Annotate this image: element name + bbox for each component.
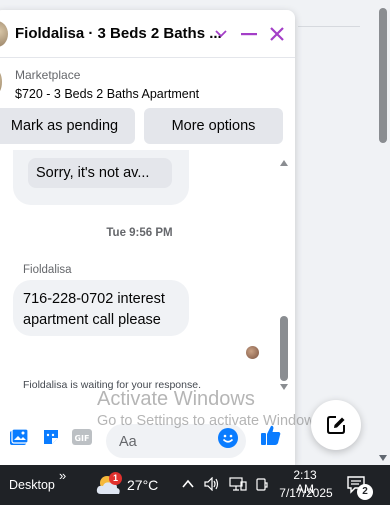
activate-windows-title: Activate Windows [97,388,255,410]
page-scrollbar[interactable] [376,0,390,465]
svg-text:GIF: GIF [74,434,89,443]
sender-name: Fioldalisa [23,264,72,276]
desktop-toolbar-label[interactable]: Desktop [9,478,55,492]
notification-count-badge: 2 [357,484,373,500]
scroll-up-arrow-icon[interactable] [280,160,288,166]
windows-taskbar: Desktop » 1 27°C 2:13 AM 7/17/2025 2 [0,465,390,505]
listing-banner[interactable]: Marketplace $720 - 3 Beds 2 Baths Apartm… [0,59,295,111]
compose-icon [327,416,345,434]
network-icon[interactable] [229,477,247,494]
marketplace-label: Marketplace [15,68,81,82]
chevron-down-icon[interactable] [209,22,233,46]
chevron-up-icon[interactable] [181,477,195,494]
scroll-down-arrow-icon[interactable] [379,455,387,461]
chat-scrollbar-thumb[interactable] [280,316,288,381]
minimize-icon[interactable] [237,22,261,46]
divider [298,26,360,27]
gif-icon[interactable]: GIF [69,426,95,448]
listing-thumbnail [0,69,2,95]
incoming-message[interactable]: 716-228-0702 interest apartment call ple… [13,280,189,336]
speaker-icon[interactable] [204,476,220,494]
seen-avatar [246,346,259,359]
chat-header[interactable]: Fioldalisa · 3 Beds 2 Baths ... [0,10,295,58]
close-icon[interactable] [265,22,289,46]
battery-icon[interactable] [255,477,269,494]
mark-as-pending-button[interactable]: Mark as pending [0,108,135,144]
new-message-button[interactable] [311,400,361,450]
temperature[interactable]: 27°C [127,477,158,493]
more-options-button[interactable]: More options [144,108,283,144]
scroll-down-arrow-icon[interactable] [280,384,288,390]
weather-alert-badge: 1 [109,472,122,485]
sticker-icon[interactable] [40,426,62,448]
page-scrollbar-thumb[interactable] [379,8,387,143]
message-timestamp: Tue 9:56 PM [106,227,173,239]
chat-scrollbar[interactable] [279,154,289,390]
listing-title[interactable]: $720 - 3 Beds 2 Baths Apartment [15,87,199,101]
toolbar-expand-icon[interactable]: » [59,468,66,483]
contact-avatar[interactable] [0,21,8,47]
clock-date[interactable]: 7/17/2025 [278,486,334,500]
activate-windows-subtitle: Go to Settings to activate Windows. [97,413,326,429]
photo-icon[interactable] [8,426,30,448]
chat-title[interactable]: Fioldalisa · 3 Beds 2 Baths ... [15,25,222,42]
emoji-icon[interactable] [218,428,238,448]
reply-preview[interactable]: Sorry, it's not av... [28,158,172,188]
